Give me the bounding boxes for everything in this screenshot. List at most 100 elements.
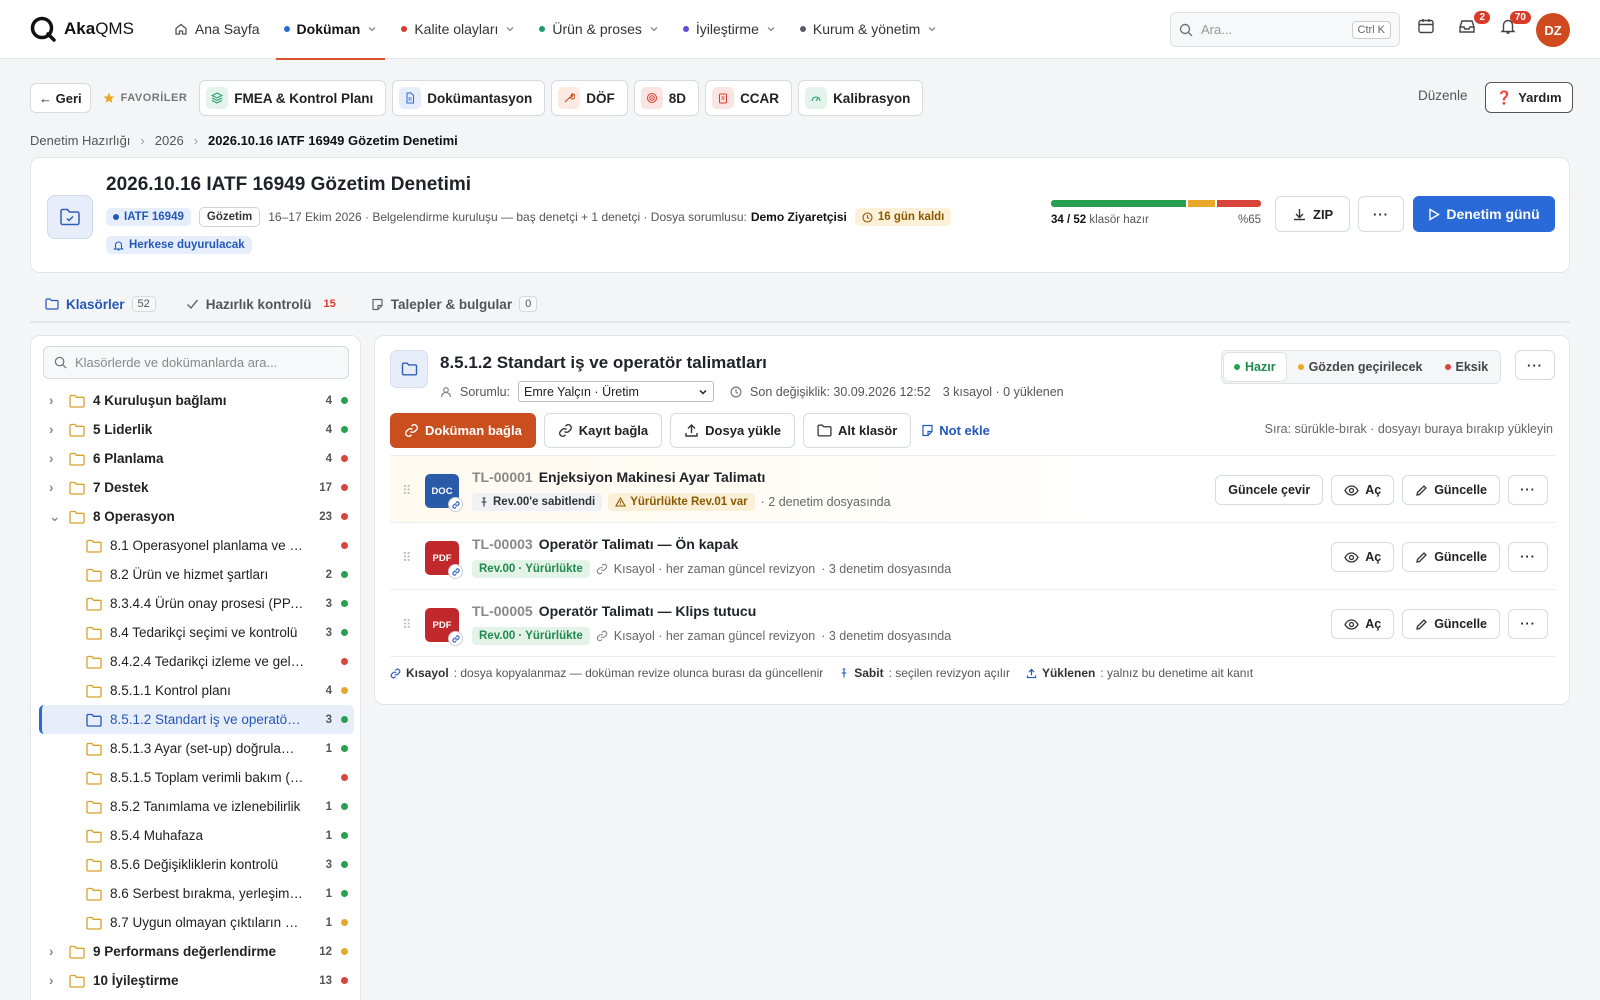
drag-handle-icon[interactable]: ⠿: [402, 617, 411, 633]
nav-home[interactable]: Ana Sayfa: [162, 0, 272, 59]
favorite-8d[interactable]: 8D: [633, 80, 700, 116]
folder-title: 8.5.1.2 Standart iş ve operatör talimatl…: [440, 353, 767, 372]
global-search[interactable]: Ara... Ctrl K: [1170, 12, 1400, 47]
make-current-button[interactable]: Güncele çevir: [1215, 475, 1324, 505]
upload-file-button[interactable]: Dosya yükle: [670, 413, 796, 448]
document-row[interactable]: ⠿ DOC TL-00001 Enjeksiyon Makinesi Ayar …: [390, 456, 1556, 523]
tree-row[interactable]: › 5 Liderlik 4: [31, 415, 362, 444]
tab-readiness[interactable]: Hazırlık kontrolü 15: [171, 287, 356, 321]
tree-search-input[interactable]: Klasörlerde ve dokümanlarda ara...: [43, 346, 349, 379]
tree-row[interactable]: 8.5.1.2 Standart iş ve operatör talimatl…: [39, 705, 354, 734]
zip-download-button[interactable]: ZIP: [1275, 196, 1351, 232]
tree-row[interactable]: 8.6 Serbest bırakma, yerleşim kontrolü 1: [31, 879, 362, 908]
announce-badge[interactable]: Herkese duyurulacak: [106, 236, 252, 254]
tree-row[interactable]: › 6 Planlama 4: [31, 444, 362, 473]
document-row[interactable]: ⠿ PDF TL-00003 Operatör Talimatı — Ön ka…: [390, 523, 1556, 590]
nav-improvement[interactable]: İyileştirme: [671, 0, 788, 59]
tree-row[interactable]: 8.7 Uygun olmayan çıktıların kontrolü 1: [31, 908, 362, 937]
tab-folders[interactable]: Klasörler 52: [30, 287, 171, 321]
update-button[interactable]: Güncelle: [1402, 475, 1500, 505]
status-dot: [341, 600, 348, 607]
open-button[interactable]: Aç: [1331, 542, 1395, 572]
notifications-button[interactable]: 70: [1499, 11, 1531, 41]
drag-handle-icon[interactable]: ⠿: [402, 550, 411, 566]
tree-row[interactable]: 8.5.1.3 Ayar (set-up) doğrulaması 1: [31, 734, 362, 763]
app-logo[interactable]: AkaQMS: [30, 16, 134, 42]
document-more-button[interactable]: ···: [1508, 609, 1548, 639]
favorite-fmea[interactable]: FMEA & Kontrol Planı: [199, 80, 387, 116]
chevron-right-icon[interactable]: ›: [49, 944, 59, 959]
audit-day-button[interactable]: Denetim günü: [1413, 196, 1555, 232]
document-row[interactable]: ⠿ PDF TL-00005 Operatör Talimatı — Klips…: [390, 590, 1556, 657]
tree-row[interactable]: 8.5.1.5 Toplam verimli bakım (TPM): [31, 763, 362, 792]
clipboard-icon: [712, 87, 735, 109]
breadcrumb-item[interactable]: 2026: [155, 133, 184, 148]
document-more-button[interactable]: ···: [1508, 475, 1548, 505]
chevron-right-icon[interactable]: ›: [49, 393, 59, 408]
nav-organization[interactable]: Kurum & yönetim: [788, 0, 949, 59]
legend-key: Sabit: [854, 666, 884, 680]
link-document-button[interactable]: Doküman bağla: [390, 413, 536, 448]
status-ready[interactable]: Hazır: [1224, 353, 1286, 381]
document-title[interactable]: TL-00003 Operatör Talimatı — Ön kapak: [472, 536, 738, 552]
favorite-ccar[interactable]: CCAR: [705, 80, 793, 116]
progress-bar: [1051, 200, 1261, 207]
tree-row[interactable]: 8.5.2 Tanımlama ve izlenebilirlik 1: [31, 792, 362, 821]
chevron-down-icon: [368, 27, 376, 32]
user-avatar[interactable]: DZ: [1536, 13, 1570, 47]
add-note-button[interactable]: Not ekle: [921, 423, 990, 438]
link-record-button[interactable]: Kayıt bağla: [543, 413, 663, 448]
tree-row[interactable]: 8.5.1.1 Kontrol planı 4: [31, 676, 362, 705]
open-button[interactable]: Aç: [1331, 475, 1395, 505]
status-review[interactable]: Gözden geçirilecek: [1288, 353, 1433, 381]
status-missing[interactable]: Eksik: [1435, 353, 1499, 381]
tab-requests[interactable]: Talepler & bulgular 0: [356, 287, 552, 321]
favorite-dof[interactable]: DÖF: [551, 80, 628, 116]
owner-select[interactable]: Emre Yalçın · Üretim: [518, 381, 715, 402]
tree-row[interactable]: › 7 Destek 17: [31, 473, 362, 502]
nav-quality-events[interactable]: Kalite olayları: [389, 0, 527, 59]
document-title[interactable]: TL-00001 Enjeksiyon Makinesi Ayar Talima…: [472, 469, 765, 485]
tree-row[interactable]: › 10 İyileştirme 13: [31, 966, 362, 995]
inbox-button[interactable]: 2: [1458, 11, 1490, 41]
tree-row[interactable]: › 4 Kuruluşun bağlamı 4: [31, 386, 362, 415]
chevron-down-icon[interactable]: ⌄: [49, 509, 60, 525]
pdf-file-icon: PDF: [425, 608, 463, 646]
calendar-button[interactable]: [1417, 17, 1441, 41]
chevron-right-icon[interactable]: ›: [49, 973, 59, 988]
last-modified: Son değişiklik: 30.09.2026 12:52: [750, 384, 931, 399]
chevron-right-icon[interactable]: ›: [49, 451, 59, 466]
help-button[interactable]: ❓ Yardım: [1485, 82, 1573, 113]
subfolder-button[interactable]: Alt klasör: [803, 413, 912, 448]
update-button[interactable]: Güncelle: [1402, 542, 1500, 572]
tree-row-count: 2: [325, 568, 332, 581]
clock-icon: [730, 385, 742, 398]
document-more-button[interactable]: ···: [1508, 542, 1548, 572]
tree-row[interactable]: 8.4.2.4 Tedarikçi izleme ve geliştirme: [31, 647, 362, 676]
open-button[interactable]: Aç: [1331, 609, 1395, 639]
edit-favorites-link[interactable]: Düzenle: [1418, 88, 1468, 103]
document-title[interactable]: TL-00005 Operatör Talimatı — Klips tutuc…: [472, 603, 756, 619]
tree-row[interactable]: 8.1 Operasyonel planlama ve kontrol: [31, 531, 362, 560]
breadcrumb-item[interactable]: Denetim Hazırlığı: [30, 133, 130, 148]
chevron-right-icon[interactable]: ›: [49, 422, 59, 437]
drag-handle-icon[interactable]: ⠿: [402, 483, 411, 499]
tree-row[interactable]: › 9 Performans değerlendirme 12: [31, 937, 362, 966]
back-button[interactable]: ← Geri: [30, 83, 91, 113]
nav-product-process[interactable]: Ürün & proses: [527, 0, 670, 59]
folder-icon: [86, 858, 102, 872]
tree-row[interactable]: 8.2 Ürün ve hizmet şartları 2: [31, 560, 362, 589]
tree-row[interactable]: 8.3.4.4 Ürün onay prosesi (PPAP) 3: [31, 589, 362, 618]
favorite-calibration[interactable]: Kalibrasyon: [798, 80, 924, 116]
folder-more-button[interactable]: ···: [1515, 350, 1555, 380]
more-options-button[interactable]: ···: [1358, 196, 1404, 232]
tree-row[interactable]: 8.4 Tedarikçi seçimi ve kontrolü 3: [31, 618, 362, 647]
favorite-documentation[interactable]: Dokümantasyon: [392, 80, 546, 116]
chevron-right-icon[interactable]: ›: [49, 480, 59, 495]
update-button[interactable]: Güncelle: [1402, 609, 1500, 639]
nav-document[interactable]: Doküman: [272, 0, 390, 60]
eye-icon: [1344, 551, 1359, 563]
tree-row[interactable]: 8.5.6 Değişikliklerin kontrolü 3: [31, 850, 362, 879]
tree-row[interactable]: ⌄ 8 Operasyon 23: [31, 502, 362, 531]
tree-row[interactable]: 8.5.4 Muhafaza 1: [31, 821, 362, 850]
